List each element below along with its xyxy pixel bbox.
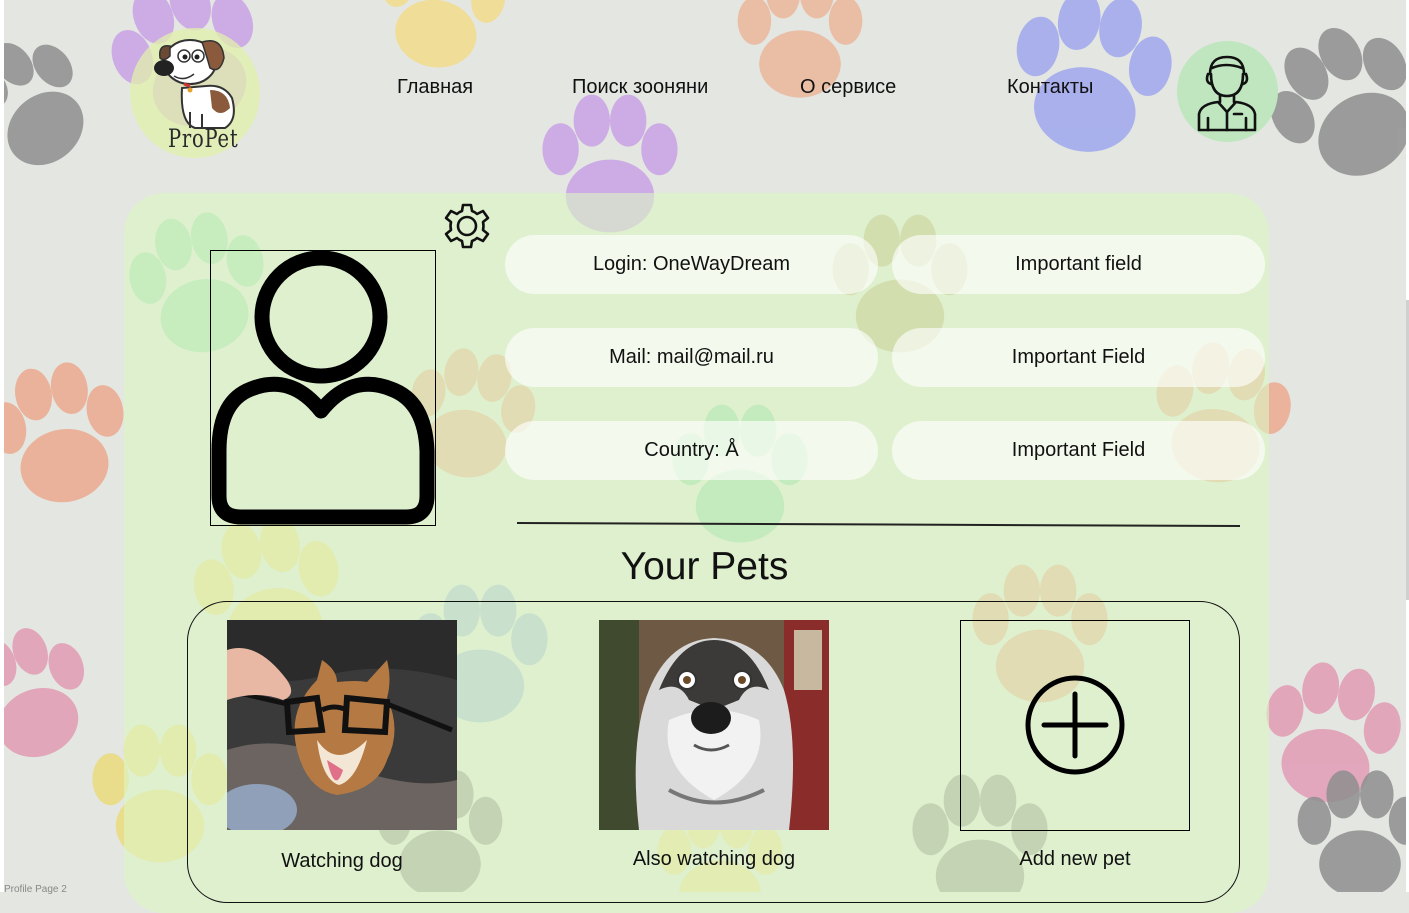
dog-logo-icon [154, 39, 235, 129]
pet-photo-also-watching-dog[interactable] [599, 620, 829, 830]
dog-with-glasses-image [227, 620, 457, 830]
nav-link-contacts[interactable]: Контакты [1007, 76, 1093, 99]
paw-print-icon [0, 42, 84, 166]
paw-print-icon [0, 628, 85, 758]
mail-field[interactable]: Mail: mail@mail.ru [505, 328, 878, 387]
login-field[interactable]: Login: OneWayDream [505, 235, 878, 294]
important-field-3[interactable]: Important Field [892, 421, 1265, 480]
pet-caption-2: Also watching dog [632, 848, 796, 870]
pets-section-title: Your Pets [620, 545, 789, 588]
propet-logo[interactable]: ProPet [130, 28, 260, 158]
window-edge-left [0, 0, 4, 892]
country-field[interactable]: Country: Å [505, 421, 878, 480]
add-new-pet-label[interactable]: Add new pet [945, 848, 1205, 871]
important-field-1[interactable]: Important field [892, 235, 1265, 294]
add-new-pet-button[interactable] [960, 620, 1190, 831]
paw-print-icon [0, 362, 124, 503]
nav-link-home[interactable]: Главная [397, 76, 473, 99]
nav-link-find-sitter[interactable]: Поиск зооняни [572, 76, 708, 99]
settings-gear-icon[interactable] [442, 201, 492, 251]
user-avatar-icon [1197, 55, 1257, 132]
page-label: Profile Page 2 [4, 884, 67, 895]
profile-photo[interactable] [210, 250, 436, 526]
plus-circle-icon [1025, 675, 1125, 775]
user-silhouette-icon [211, 251, 435, 525]
husky-image [599, 620, 829, 830]
logo-text: ProPet [168, 124, 239, 153]
paw-print-icon [381, 0, 506, 68]
nav-link-about[interactable]: О сервисе [800, 76, 896, 99]
user-account-button[interactable] [1177, 41, 1278, 142]
pet-photo-watching-dog[interactable] [227, 620, 457, 830]
important-field-2[interactable]: Important Field [892, 328, 1265, 387]
pet-caption-1: Watching dog [281, 850, 403, 872]
